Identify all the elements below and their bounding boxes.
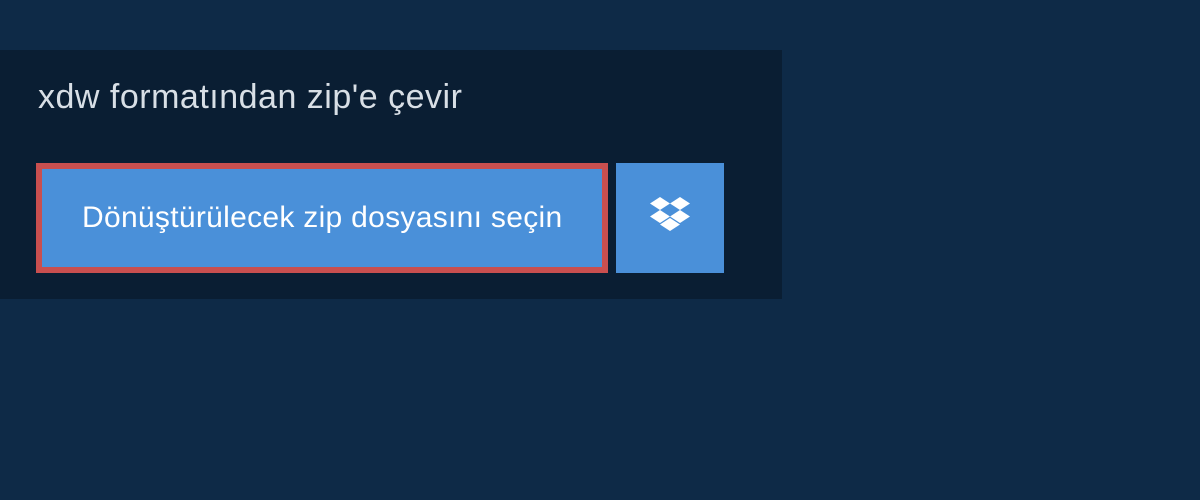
converter-panel: xdw formatından zip'e çevir Dönüştürülec…	[0, 50, 782, 299]
dropbox-icon	[650, 197, 690, 240]
page-title: xdw formatından zip'e çevir	[38, 78, 462, 117]
dropbox-button[interactable]	[616, 163, 724, 273]
button-row: Dönüştürülecek zip dosyasını seçin	[0, 145, 782, 299]
tab-header: xdw formatından zip'e çevir	[0, 50, 504, 145]
select-file-button[interactable]: Dönüştürülecek zip dosyasını seçin	[36, 163, 608, 273]
